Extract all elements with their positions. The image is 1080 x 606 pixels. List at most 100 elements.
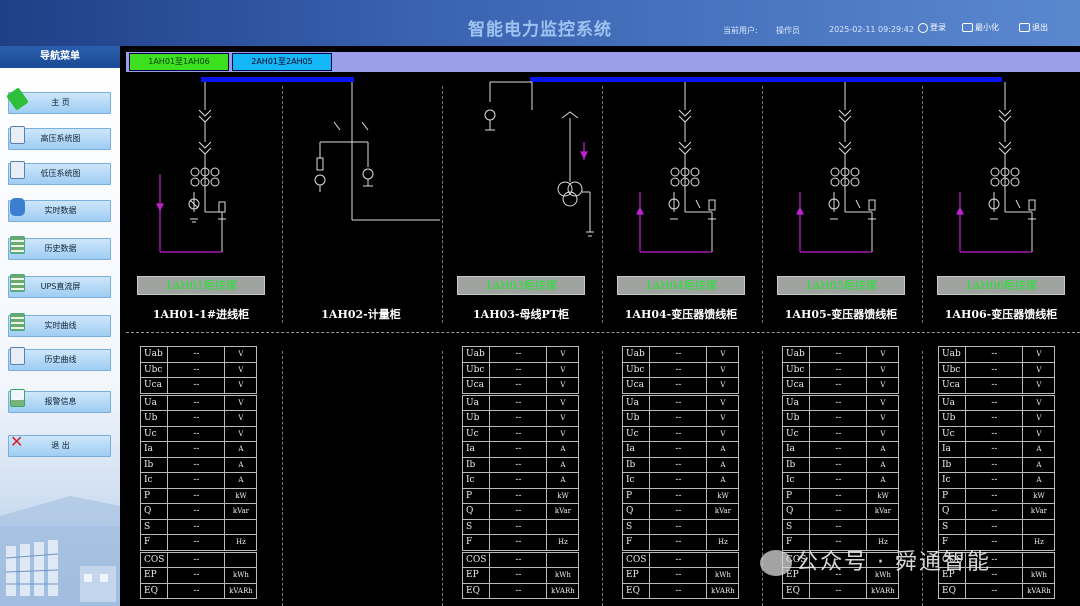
nav-item-realtime-curve[interactable]: 实时曲线 — [8, 313, 111, 337]
param-unit: A — [706, 472, 740, 489]
param-unit: V — [546, 425, 580, 442]
table-row: Ia -- A — [781, 441, 900, 458]
param-value: -- — [649, 567, 708, 584]
nav-title: 导航菜单 — [0, 46, 120, 68]
exit-app-button[interactable]: 退出 — [1019, 22, 1048, 33]
param-name: COS — [461, 551, 491, 568]
param-value: -- — [649, 377, 708, 394]
param-name: EP — [461, 567, 491, 584]
relay-badge-1ah01[interactable]: 1AH01柜综保 — [137, 276, 265, 295]
table-row: F -- Hz — [621, 534, 740, 551]
param-value: -- — [167, 394, 226, 411]
tab-1ah01-1ah06[interactable]: 1AH01至1AH06 — [129, 53, 229, 71]
param-name: Ic — [937, 472, 967, 489]
substation-illustration — [0, 496, 120, 606]
param-unit: V — [224, 361, 258, 378]
param-value: -- — [649, 472, 708, 489]
param-name: Ubc — [621, 361, 651, 378]
table-row: Ua -- V — [781, 394, 900, 411]
table-row: P -- kW — [139, 487, 258, 504]
table-row: COS -- — [621, 551, 740, 568]
param-name: Ia — [621, 441, 651, 458]
table-row: Uab -- V — [139, 346, 258, 363]
table-row: S -- — [781, 518, 900, 535]
param-name: P — [461, 487, 491, 504]
measurement-table-1ah01: Uab -- V Ubc -- V Uca -- V Ua -- V Ub -- V Uc -- V Ia -- A Ib… — [139, 346, 258, 599]
table-row: COS -- — [139, 551, 258, 568]
param-unit: kW — [1022, 487, 1056, 504]
current-user-label: 当前用户: — [723, 26, 758, 35]
nav-item-home[interactable]: 主 页 — [6, 87, 111, 114]
table-row: Ubc -- V — [461, 361, 580, 378]
table-row: Uc -- V — [461, 425, 580, 442]
nav-item-history-curve[interactable]: 历史曲线 — [8, 347, 111, 371]
param-unit: V — [706, 346, 740, 363]
table-row: P -- kW — [621, 487, 740, 504]
nav-item-label: 报警信息 — [44, 397, 77, 406]
param-name: Ia — [937, 441, 967, 458]
cabinet-name-1ah01: 1AH01-1#进线柜 — [152, 308, 250, 321]
table-row: Uc -- V — [937, 425, 1056, 442]
nav-item-realtime-data[interactable]: 实时数据 — [8, 198, 111, 222]
table-row: Ib -- A — [937, 456, 1056, 473]
param-unit: kW — [224, 487, 258, 504]
param-value: -- — [167, 361, 226, 378]
param-name: Ub — [139, 410, 169, 427]
table-row: EQ -- kVARh — [461, 582, 580, 599]
param-name: Ubc — [781, 361, 811, 378]
relay-badge-1ah03[interactable]: 1AH03柜综保 — [457, 276, 585, 295]
param-unit: A — [1022, 441, 1056, 458]
param-unit: A — [546, 472, 580, 489]
param-unit: V — [706, 377, 740, 394]
param-name: Uca — [461, 377, 491, 394]
nav-item-label: 实时曲线 — [44, 321, 77, 330]
login-button[interactable]: 登录 — [918, 22, 946, 33]
param-value: -- — [965, 377, 1024, 394]
param-name: EQ — [781, 582, 811, 599]
datetime-display: 2025-02-11 09:29:42 — [829, 25, 914, 34]
param-name: Uab — [461, 346, 491, 363]
nav-item-label: 低压系统图 — [40, 169, 81, 178]
exit-app-label: 退出 — [1032, 23, 1048, 32]
nav-item-history-data[interactable]: 历史数据 — [8, 236, 111, 260]
minimize-label: 最小化 — [975, 23, 999, 32]
param-name: P — [781, 487, 811, 504]
relay-badge-1ah05[interactable]: 1AH05柜综保 — [777, 276, 905, 295]
nav-item-alarms[interactable]: 报警信息 — [8, 389, 111, 413]
single-line-diagram-1ah04 — [636, 82, 716, 253]
nav-item-hv-diagram[interactable]: 高压系统图 — [8, 126, 111, 150]
param-name: Ib — [461, 456, 491, 473]
table-row: EQ -- kVARh — [621, 582, 740, 599]
nav-item-ups-dc[interactable]: UPS直流屏 — [8, 274, 111, 298]
param-name: Q — [781, 503, 811, 520]
param-unit: V — [224, 377, 258, 394]
param-name: S — [937, 518, 967, 535]
param-unit: V — [224, 425, 258, 442]
table-row: EQ -- kVARh — [781, 582, 900, 599]
table-row: P -- kW — [781, 487, 900, 504]
param-name: Ib — [937, 456, 967, 473]
param-unit: V — [1022, 361, 1056, 378]
param-value: -- — [809, 441, 868, 458]
app-window: 智能电力监控系统 当前用户: 操作员 2025-02-11 09:29:42 登… — [0, 0, 1080, 606]
param-unit: Hz — [224, 534, 258, 551]
nav-item-exit[interactable]: ✕ 退 出 — [8, 433, 111, 457]
relay-badge-1ah04[interactable]: 1AH04柜综保 — [617, 276, 745, 295]
param-value: -- — [965, 456, 1024, 473]
relay-badge-1ah06[interactable]: 1AH06柜综保 — [937, 276, 1065, 295]
table-row: Ub -- V — [139, 410, 258, 427]
minimize-button[interactable]: 最小化 — [962, 22, 999, 33]
param-unit: V — [546, 410, 580, 427]
param-value: -- — [965, 503, 1024, 520]
tab-2ah01-2ah05[interactable]: 2AH01至2AH05 — [232, 53, 332, 71]
param-unit: kVar — [1022, 503, 1056, 520]
nav-item-lv-diagram[interactable]: 低压系统图 — [8, 161, 111, 185]
param-value: -- — [809, 472, 868, 489]
param-name: Ib — [621, 456, 651, 473]
param-unit: V — [1022, 346, 1056, 363]
param-unit: V — [866, 410, 900, 427]
param-name: Ua — [461, 394, 491, 411]
table-row: Uc -- V — [621, 425, 740, 442]
param-value: -- — [809, 456, 868, 473]
param-value: -- — [649, 534, 708, 551]
